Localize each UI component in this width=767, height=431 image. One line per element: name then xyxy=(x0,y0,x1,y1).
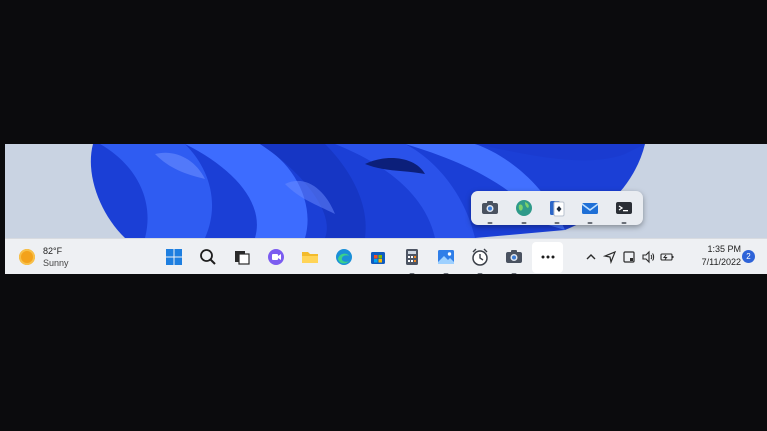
teams-chat-icon xyxy=(267,249,284,265)
overflow-button[interactable] xyxy=(532,241,563,273)
clock-app-button[interactable] xyxy=(464,242,495,274)
globe-icon xyxy=(515,200,532,216)
battery-icon xyxy=(660,253,674,261)
flyout-mail-button[interactable] xyxy=(576,194,604,224)
notification-badge[interactable]: 2 xyxy=(742,250,755,263)
flyout-maps-button[interactable] xyxy=(510,194,538,224)
taskbar: 82°F Sunny 1:35 PM 7/11/2022 2 xyxy=(5,238,767,274)
more-icon xyxy=(541,255,554,259)
search-button[interactable] xyxy=(192,242,223,273)
weather-condition: Sunny xyxy=(43,258,69,268)
tablet-button[interactable] xyxy=(622,250,636,264)
tablet-icon xyxy=(623,251,635,263)
flyout-camera-button[interactable] xyxy=(476,194,504,224)
mail-icon xyxy=(581,203,599,214)
task-view-icon xyxy=(234,251,250,265)
photos-button[interactable] xyxy=(430,242,461,274)
photos-icon xyxy=(437,250,454,264)
store-icon xyxy=(370,252,385,264)
cards-icon xyxy=(549,201,565,217)
running-indicator xyxy=(521,222,527,224)
task-view-button[interactable] xyxy=(226,242,257,273)
running-indicator xyxy=(554,222,560,224)
running-indicator xyxy=(409,272,414,274)
start-button[interactable] xyxy=(158,242,189,273)
edge-button[interactable] xyxy=(328,242,359,273)
calculator-button[interactable] xyxy=(396,242,427,274)
weather-temperature: 82°F xyxy=(43,246,63,256)
flyout-terminal-button[interactable] xyxy=(610,194,638,224)
calculator-icon xyxy=(405,249,418,265)
folder-icon xyxy=(301,252,318,263)
running-indicator xyxy=(587,222,593,224)
running-indicator xyxy=(443,272,448,274)
running-indicator xyxy=(621,222,627,224)
chat-button[interactable] xyxy=(260,242,291,273)
wallpaper xyxy=(5,144,767,238)
volume-button[interactable] xyxy=(641,250,655,264)
file-explorer-button[interactable] xyxy=(294,242,325,273)
clock-time: 1:35 PM xyxy=(707,244,741,254)
camera-icon xyxy=(482,201,499,214)
search-icon xyxy=(199,249,216,265)
running-indicator xyxy=(511,272,516,274)
weather-text: 82°F Sunny xyxy=(43,245,69,269)
running-indicator xyxy=(487,222,493,224)
camera-button[interactable] xyxy=(498,242,529,274)
volume-icon xyxy=(642,250,655,264)
location-button[interactable] xyxy=(603,250,617,264)
running-indicator xyxy=(477,272,482,274)
edge-icon xyxy=(335,249,352,265)
windows-logo-icon xyxy=(165,249,182,265)
weather-widget[interactable]: 82°F Sunny xyxy=(19,243,69,271)
alarm-clock-icon xyxy=(471,248,488,266)
desktop: 82°F Sunny 1:35 PM 7/11/2022 2 xyxy=(5,144,767,274)
terminal-icon xyxy=(615,202,632,214)
location-icon xyxy=(603,250,617,264)
taskbar-apps xyxy=(158,241,563,274)
flyout-solitaire-button[interactable] xyxy=(543,194,571,224)
sun-icon xyxy=(19,249,35,265)
taskbar-overflow-flyout xyxy=(471,191,643,225)
clock-date: 7/11/2022 xyxy=(701,257,741,267)
chevron-up-icon xyxy=(586,254,596,260)
battery-button[interactable] xyxy=(660,250,674,264)
camera-icon xyxy=(505,250,522,263)
show-hidden-icons-button[interactable] xyxy=(584,250,598,264)
store-button[interactable] xyxy=(362,242,393,273)
clock[interactable]: 1:35 PM 7/11/2022 xyxy=(689,243,741,269)
system-tray xyxy=(584,243,674,271)
